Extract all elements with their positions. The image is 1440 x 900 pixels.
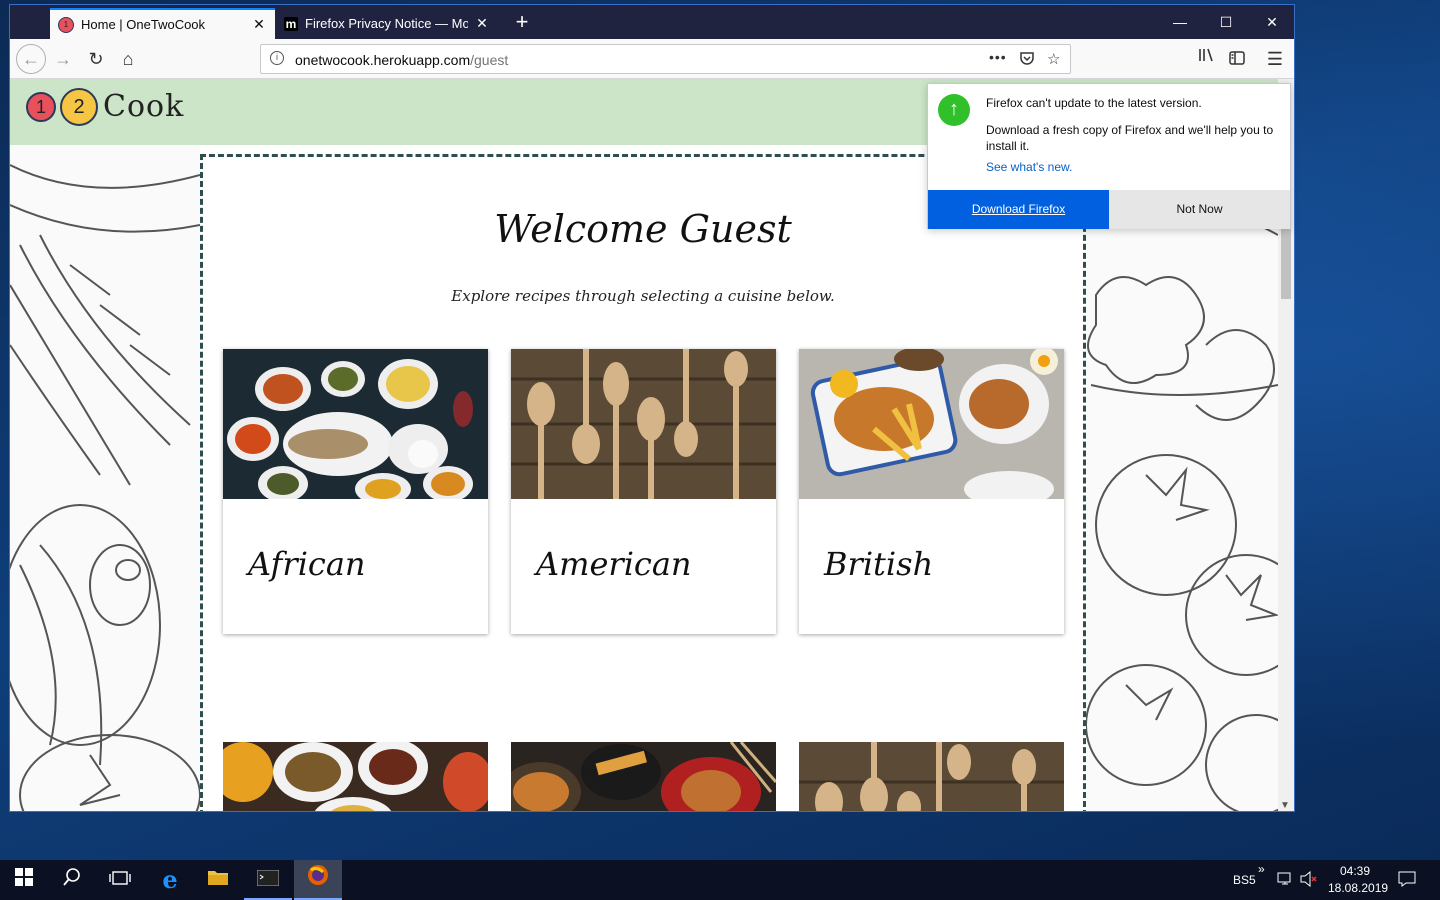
home-button[interactable]: ⌂ [113, 44, 143, 74]
african-food-image [223, 349, 488, 499]
sidebar-icon[interactable] [1222, 44, 1252, 74]
wooden-spoons-image [511, 349, 776, 499]
download-firefox-button[interactable]: Download Firefox [928, 190, 1109, 229]
tab-title: Home | OneTwoCook [81, 17, 206, 32]
update-message-title: Firefox can't update to the latest versi… [986, 96, 1202, 110]
logo-text[interactable]: Cook [103, 89, 184, 124]
url-bar[interactable]: i onetwocook.herokuapp.com/guest ••• ☆ [260, 44, 1071, 74]
right-sketch-illustration [1086, 145, 1278, 811]
keyboard-layout-indicator[interactable]: BS5 [1233, 873, 1256, 887]
windows-taskbar: e BS5 » 04:39 18.08.2019 [0, 860, 1440, 900]
cuisine-card-partial-3[interactable] [799, 742, 1064, 811]
close-window-button[interactable]: ✕ [1249, 5, 1294, 39]
cuisine-card-american[interactable]: American [511, 349, 776, 634]
file-explorer-icon[interactable] [194, 860, 242, 900]
welcome-subtitle: Explore recipes through selecting a cuis… [451, 287, 835, 305]
cuisine-label: British [824, 545, 934, 583]
pocket-icon[interactable] [1019, 50, 1035, 70]
cuisine-card-partial-1[interactable] [223, 742, 488, 811]
onetwocook-favicon: 1 [58, 16, 74, 33]
task-view-icon[interactable] [96, 860, 144, 900]
left-sketch-illustration [10, 145, 200, 811]
title-bar: 1 Home | OneTwoCook ✕ m Firefox Privacy … [10, 5, 1294, 39]
back-button[interactable]: ← [16, 44, 46, 74]
search-icon[interactable] [48, 860, 96, 900]
update-arrow-icon: ↑ [938, 94, 970, 126]
volume-muted-icon[interactable] [1300, 870, 1318, 890]
show-hidden-icons[interactable]: » [1258, 862, 1265, 876]
tab-title: Firefox Privacy Notice — Mozill [305, 16, 468, 31]
cuisine-panel: Welcome Guest Explore recipes through se… [200, 154, 1086, 811]
windows-start-icon[interactable] [0, 860, 48, 900]
minimize-button[interactable]: — [1157, 5, 1203, 39]
network-icon[interactable] [1277, 871, 1293, 890]
scroll-down-icon[interactable]: ▼ [1280, 800, 1290, 811]
update-message-body: Download a fresh copy of Firefox and we'… [986, 123, 1274, 153]
tab-home-onetwocook[interactable]: 1 Home | OneTwoCook ✕ [50, 8, 275, 39]
tab-firefox-privacy[interactable]: m Firefox Privacy Notice — Mozill ✕ [276, 8, 498, 39]
menu-hamburger-icon[interactable]: ☰ [1260, 44, 1290, 74]
new-tab-button[interactable]: + [508, 10, 536, 36]
cuisine-label: African [248, 545, 366, 583]
site-info-icon[interactable]: i [270, 51, 284, 65]
forward-button[interactable]: → [48, 44, 78, 74]
cuisine-card-partial-2[interactable] [511, 742, 776, 811]
not-now-button[interactable]: Not Now [1109, 190, 1290, 229]
firefox-taskbar-icon[interactable] [294, 860, 342, 900]
update-notification-popup: ↑ Firefox can't update to the latest ver… [927, 83, 1291, 229]
notifications-icon[interactable] [1398, 871, 1416, 890]
navigation-toolbar: ← → ↻ ⌂ i onetwocook.herokuapp.com/guest… [10, 39, 1294, 79]
mozilla-m-icon: m [284, 16, 298, 31]
scrollbar-thumb[interactable] [1281, 229, 1291, 299]
bookmark-star-icon[interactable]: ☆ [1047, 50, 1060, 68]
logo-circle-two[interactable]: 2 [60, 88, 98, 126]
clock-date[interactable]: 18.08.2019 [1328, 881, 1388, 895]
page-actions-icon[interactable]: ••• [989, 49, 1007, 65]
logo-circle-one[interactable]: 1 [26, 92, 56, 122]
cuisine-label: American [536, 545, 692, 583]
close-tab-icon[interactable]: ✕ [474, 15, 490, 32]
whats-new-link[interactable]: See what's new. [986, 160, 1072, 174]
close-tab-icon[interactable]: ✕ [251, 16, 267, 33]
reload-button[interactable]: ↻ [81, 44, 111, 74]
internet-explorer-icon[interactable]: e [146, 860, 194, 900]
maximize-button[interactable]: ☐ [1203, 5, 1249, 39]
clock-time[interactable]: 04:39 [1340, 864, 1370, 878]
command-prompt-icon[interactable] [244, 860, 292, 900]
url-text: onetwocook.herokuapp.com/guest [295, 52, 509, 68]
cuisine-card-british[interactable]: British [799, 349, 1064, 634]
library-icon[interactable] [1192, 44, 1222, 74]
cuisine-card-african[interactable]: African [223, 349, 488, 634]
british-food-image [799, 349, 1064, 499]
